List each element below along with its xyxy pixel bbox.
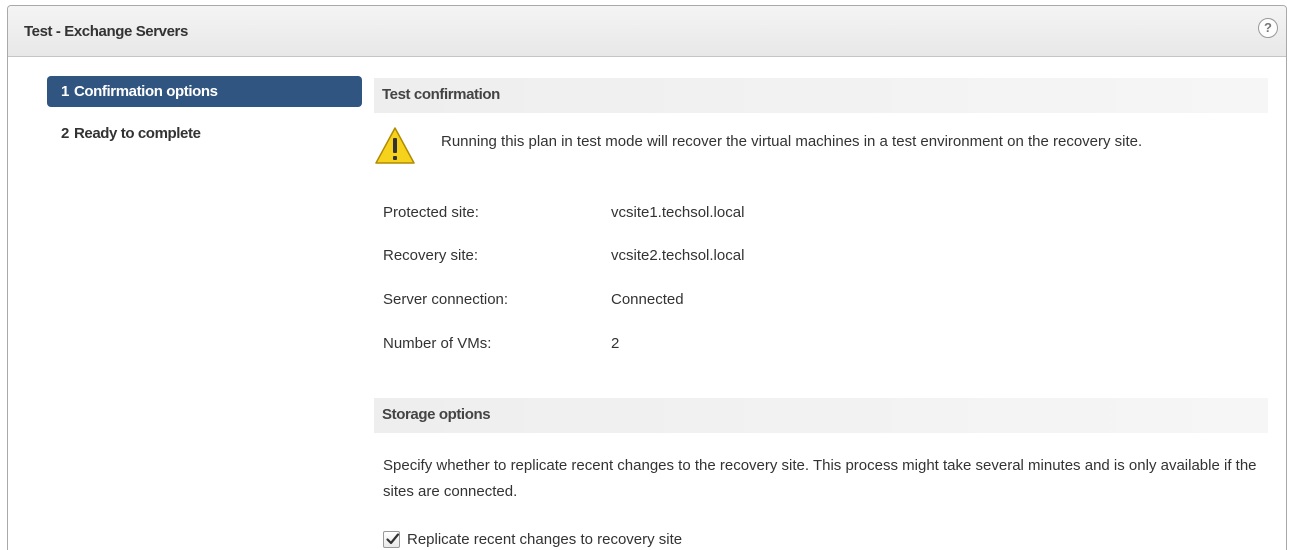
- field-label: Number of VMs:: [383, 335, 492, 352]
- nav-step-number: 2: [61, 125, 69, 142]
- test-confirmation-header: Test confirmation: [374, 78, 1268, 113]
- warning-message: Running this plan in test mode will reco…: [441, 133, 1143, 150]
- field-label: Protected site:: [383, 204, 479, 221]
- field-label: Recovery site:: [383, 247, 479, 264]
- warning-icon: [375, 127, 415, 164]
- field-value: vcsite1.techsol.local: [611, 204, 745, 221]
- dialog-titlebar: Test - Exchange Servers ?: [8, 6, 1286, 57]
- wizard-steps-nav: 1 Confirmation options 2 Ready to complete: [8, 57, 368, 550]
- nav-step-label: Ready to complete: [73, 125, 201, 142]
- checkmark-icon: [386, 533, 400, 545]
- storage-options-header: Storage options: [374, 398, 1268, 433]
- replicate-changes-checkbox[interactable]: [383, 531, 400, 548]
- nav-step-confirmation-options[interactable]: 1 Confirmation options: [47, 76, 362, 107]
- field-value: vcsite2.techsol.local: [611, 247, 745, 264]
- help-icon[interactable]: ?: [1258, 18, 1278, 38]
- field-value: Connected: [611, 291, 684, 308]
- replicate-changes-label[interactable]: Replicate recent changes to recovery sit…: [407, 529, 682, 550]
- nav-step-number: 1: [61, 83, 69, 100]
- nav-step-label: Confirmation options: [73, 83, 218, 100]
- field-label: Server connection:: [383, 291, 509, 308]
- dialog-title: Test - Exchange Servers: [24, 23, 188, 40]
- wizard-content: Test confirmation Running this plan in t…: [374, 57, 1274, 550]
- nav-step-ready-to-complete[interactable]: 2 Ready to complete: [47, 118, 362, 149]
- field-value: 2: [611, 335, 620, 352]
- test-plan-dialog: Test - Exchange Servers ? 1 Confirmation …: [7, 5, 1287, 550]
- storage-options-description: Specify whether to replicate recent chan…: [383, 457, 1257, 500]
